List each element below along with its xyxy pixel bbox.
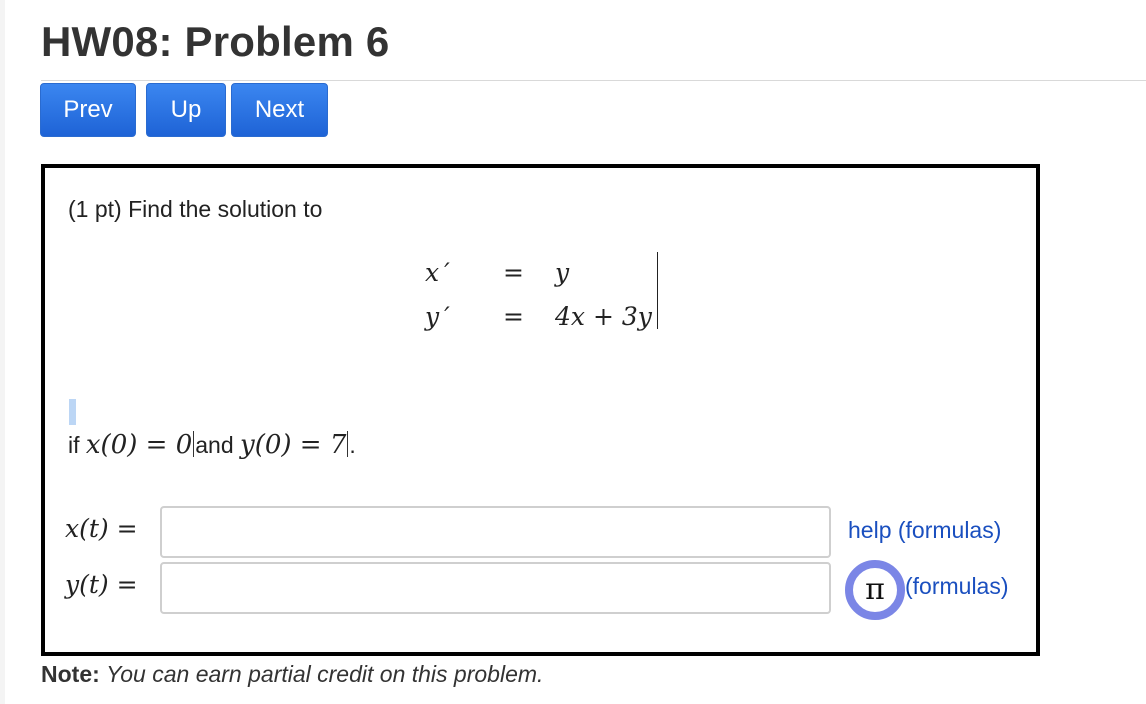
note-text: You can earn partial credit on this prob… [106, 661, 544, 687]
page-title: HW08: Problem 6 [41, 18, 390, 65]
condition-suffix: . [349, 432, 356, 458]
up-button[interactable]: Up [146, 83, 226, 137]
formulas-link[interactable]: (formulas) [905, 573, 1009, 600]
ode-system: x ′ = y y ′ = 4x + 3y [425, 252, 665, 332]
problem-box: (1 pt) Find the solution to x ′ = y y ′ … [41, 164, 1040, 656]
pi-icon[interactable]: π [845, 560, 905, 620]
x-answer-input[interactable] [160, 506, 831, 558]
next-button[interactable]: Next [231, 83, 328, 137]
answer-row-y: y(t) = π (formulas) [65, 560, 1025, 620]
help-formulas-link[interactable]: help (formulas) [848, 517, 1001, 544]
x-initial-condition: x(0) = 0 [85, 430, 193, 460]
eq1-rhs: y [555, 258, 570, 287]
note-label: Note: [41, 661, 100, 687]
pi-symbol: π [865, 572, 885, 607]
condition-middle: and [195, 432, 241, 458]
y-answer-input[interactable] [160, 562, 831, 614]
condition-prefix: if [68, 432, 86, 458]
left-edge-strip [0, 0, 5, 704]
title-divider [41, 80, 1146, 81]
eq1-equals: = [503, 258, 524, 287]
eq2-rhs: 4x + 3y [555, 302, 652, 331]
y-initial-condition: y(0) = 7 [240, 430, 347, 460]
problem-intro: (1 pt) Find the solution to [68, 196, 323, 222]
prev-button[interactable]: Prev [40, 83, 136, 137]
y-answer-label: y(t) = [65, 570, 138, 599]
eq2-lhs: y ′ [425, 302, 450, 331]
initial-conditions: if x(0) = 0 and y(0) = 7. [68, 430, 356, 460]
equation-cursor-bar [657, 252, 658, 329]
x-answer-label: x(t) = [65, 514, 138, 543]
eq2-equals: = [503, 302, 524, 331]
eq1-lhs: x ′ [425, 258, 450, 287]
selection-caret [69, 399, 76, 425]
answer-row-x: x(t) = help (formulas) [65, 506, 1025, 562]
partial-credit-note: Note: You can earn partial credit on thi… [41, 661, 543, 688]
